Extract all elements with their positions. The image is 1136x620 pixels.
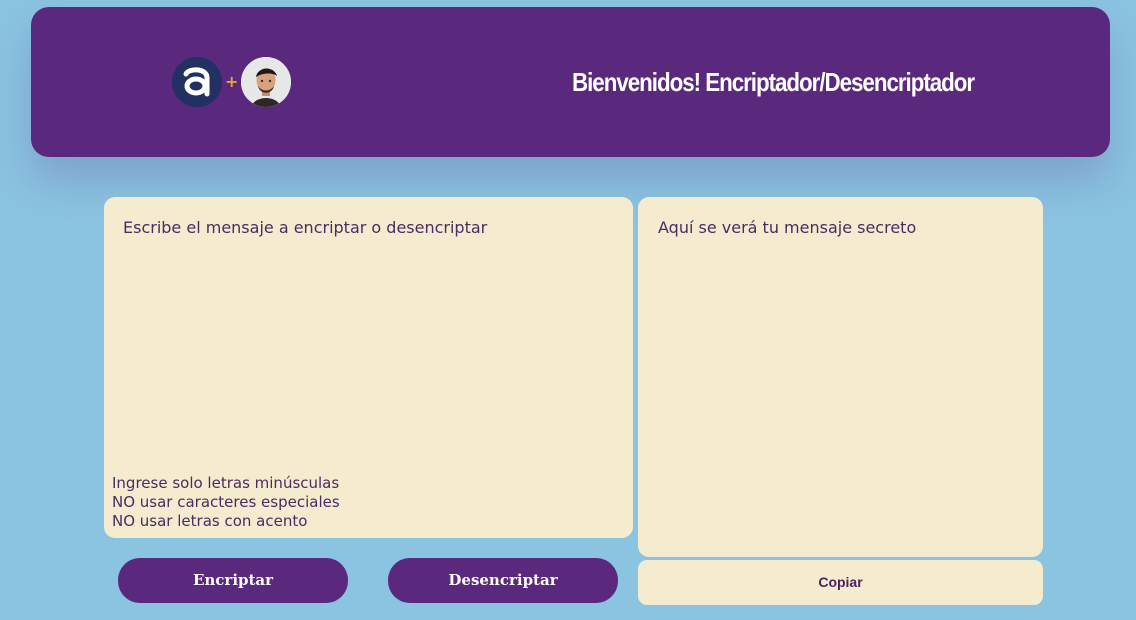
plus-separator: + (225, 72, 239, 91)
user-photo-avatar (241, 57, 292, 107)
copy-button[interactable]: Copiar (638, 560, 1043, 605)
encrypt-button[interactable]: Encriptar (118, 558, 348, 603)
logo-group: + (172, 57, 292, 107)
message-input[interactable] (123, 218, 613, 468)
input-rules: Ingrese solo letras minúsculas NO usar c… (112, 474, 512, 531)
secret-message-output: Aquí se verá tu mensaje secreto (658, 218, 917, 237)
rule-no-accents: NO usar letras con acento (112, 512, 308, 530)
decrypt-button[interactable]: Desencriptar (388, 558, 618, 603)
secret-message-output-panel: Aquí se verá tu mensaje secreto (638, 197, 1043, 557)
alura-a-logo-icon (172, 57, 222, 107)
rule-no-special-characters: NO usar caracteres especiales (112, 493, 340, 511)
app-header: + Bienvenidos! Encriptador/Desencriptado… (31, 7, 1110, 157)
page-title: Bienvenidos! Encriptador/Desencriptador (572, 67, 975, 97)
rule-lowercase-only: Ingrese solo letras minúsculas (112, 474, 340, 492)
message-input-panel: Ingrese solo letras minúsculas NO usar c… (104, 197, 633, 538)
